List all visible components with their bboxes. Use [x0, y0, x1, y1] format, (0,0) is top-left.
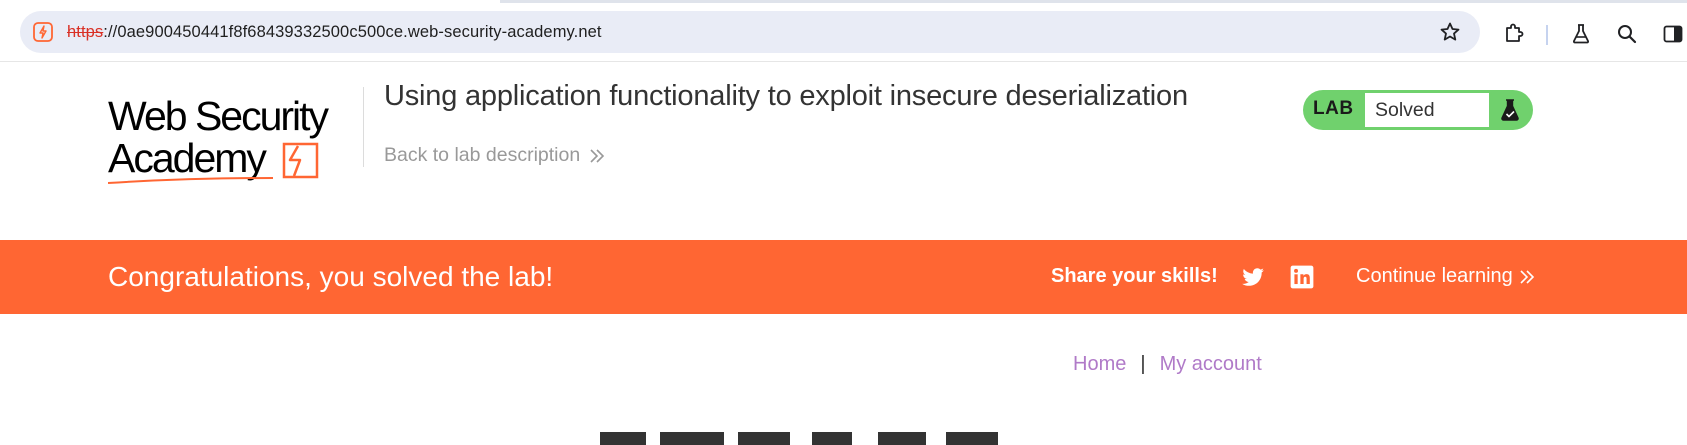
linkedin-icon[interactable]: [1289, 264, 1315, 290]
side-panel-icon[interactable]: [1661, 22, 1685, 46]
back-link-label: Back to lab description: [384, 144, 581, 166]
url-text[interactable]: https://0ae900450441f8f68439332500c500ce…: [67, 23, 602, 42]
nav-my-account-link[interactable]: My account: [1160, 353, 1262, 375]
lab-label: LAB: [1313, 98, 1354, 119]
twitter-icon[interactable]: [1240, 264, 1266, 290]
site-info-icon[interactable]: [31, 20, 55, 44]
top-nav: Home | My account: [1073, 353, 1262, 376]
browser-toolbar: https://0ae900450441f8f68439332500c500ce…: [0, 3, 1687, 62]
continue-learning-label: Continue learning: [1356, 265, 1513, 287]
web-security-academy-logo[interactable]: Web Security Academy: [108, 92, 358, 192]
svg-text:Academy: Academy: [108, 135, 267, 181]
solved-flask-icon: [1501, 99, 1519, 121]
lab-title: Using application functionality to explo…: [384, 80, 1188, 112]
lab-status-widget: LAB Solved: [1303, 90, 1533, 130]
nav-home-link[interactable]: Home: [1073, 353, 1126, 375]
nav-separator: |: [1140, 353, 1146, 375]
url-scheme: https: [67, 23, 104, 41]
double-chevron-right-icon: [590, 148, 605, 163]
double-chevron-right-icon: [1520, 269, 1534, 284]
bookmark-star-icon[interactable]: [1438, 20, 1462, 44]
extensions-icon[interactable]: [1502, 22, 1526, 46]
lab-status-text: Solved: [1375, 99, 1435, 121]
url-host: ://0ae900450441f8f68439332500c500ce.web-…: [103, 23, 602, 41]
continue-learning-link[interactable]: Continue learning: [1356, 265, 1535, 288]
labs-flask-icon[interactable]: [1569, 22, 1593, 46]
lab-header: Web Security Academy Using application f…: [0, 62, 1687, 240]
header-divider: [363, 87, 364, 167]
status-box: Solved: [1365, 93, 1489, 127]
svg-text:Web Security: Web Security: [108, 93, 330, 139]
congratulations-banner: Congratulations, you solved the lab! Sha…: [0, 240, 1687, 314]
share-skills-label: Share your skills!: [1051, 265, 1218, 287]
page-heading-cut-off: [590, 432, 1050, 445]
search-icon[interactable]: [1615, 22, 1639, 46]
toolbar-separator: [1546, 25, 1548, 45]
address-bar[interactable]: https://0ae900450441f8f68439332500c500ce…: [20, 11, 1480, 53]
congratulations-message: Congratulations, you solved the lab!: [108, 261, 554, 292]
back-to-description-link[interactable]: Back to lab description: [384, 144, 606, 167]
